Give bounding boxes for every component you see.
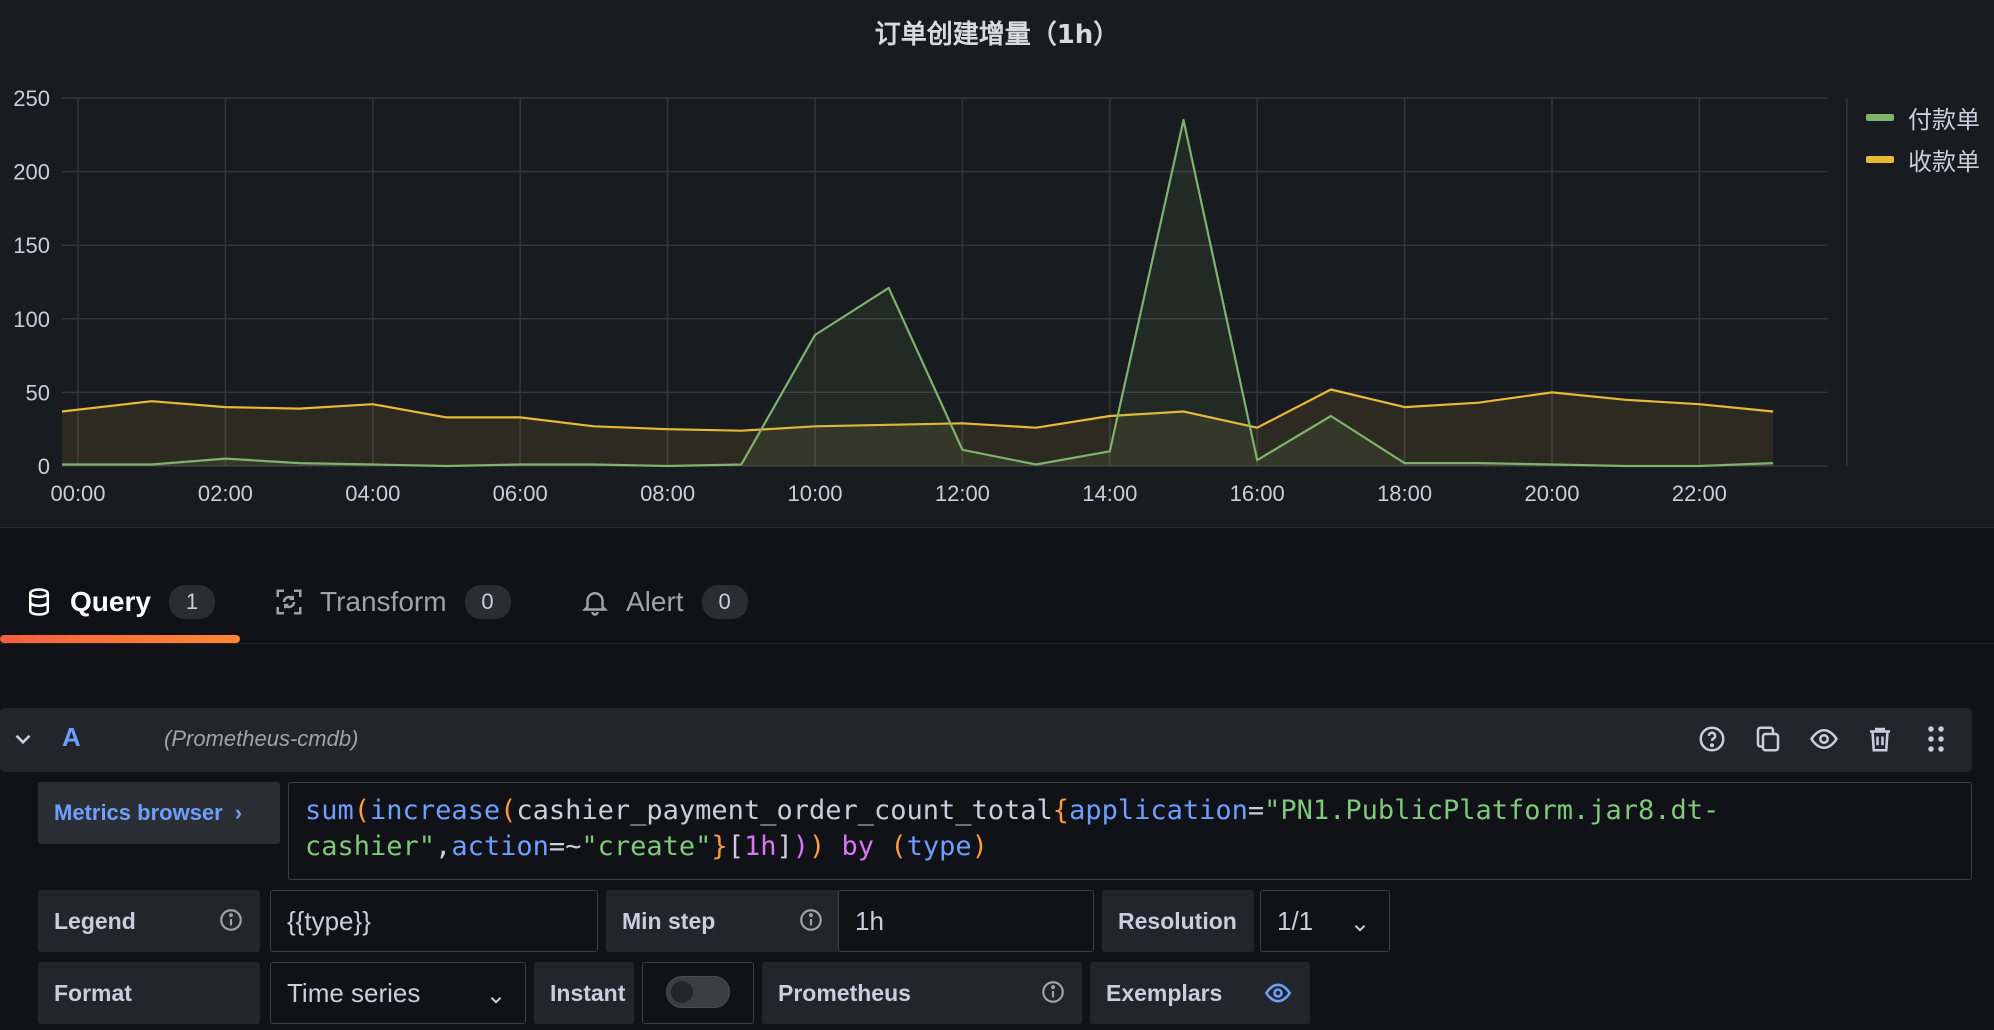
- x-tick-label: 10:00: [787, 481, 842, 506]
- expr-label-application: application: [1069, 795, 1248, 826]
- metrics-browser-button[interactable]: Metrics browser ›: [38, 782, 280, 844]
- x-tick-label: 02:00: [198, 481, 253, 506]
- minstep-option-label: Min step: [622, 907, 716, 934]
- help-icon[interactable]: [1696, 722, 1728, 756]
- y-tick-label: 50: [26, 380, 50, 405]
- x-tick-label: 08:00: [640, 481, 695, 506]
- legend-option-label: Legend: [54, 907, 136, 934]
- expr-label-action: action: [451, 831, 549, 862]
- info-icon[interactable]: [798, 907, 824, 933]
- panel-title: 订单创建增量（1h）: [874, 20, 1120, 50]
- expr-by: by: [841, 831, 875, 862]
- y-tick-label: 150: [13, 233, 50, 258]
- x-tick-label: 00:00: [50, 481, 105, 506]
- instant-toggle[interactable]: [666, 976, 730, 1008]
- time-series-chart: 0 50 100 150 200 250 00:00 02:00 04:00 06:00 08:00…: [13, 86, 1848, 506]
- metrics-browser-label: Metrics browser: [54, 800, 223, 825]
- instant-option-label: Instant: [550, 979, 626, 1006]
- eye-icon[interactable]: [1808, 722, 1840, 756]
- format-option-label: Format: [54, 979, 132, 1006]
- prometheus-label-box: Prometheus: [762, 962, 1082, 1024]
- collapse-chevron-icon[interactable]: [10, 726, 36, 752]
- legend-label-box: Legend: [38, 890, 260, 952]
- x-tick-label: 20:00: [1524, 481, 1579, 506]
- legend-item-receipt[interactable]: 收款单: [1866, 138, 1980, 180]
- expr-metric: cashier_payment_order_count_total: [516, 795, 1053, 826]
- format-select-value: Time series: [287, 977, 421, 1008]
- info-icon[interactable]: [1040, 979, 1066, 1005]
- y-tick-label: 100: [13, 307, 50, 332]
- editor-tabs: Query 1 Transform 0 Alert 0: [0, 560, 1994, 644]
- query-actions: [1696, 722, 1952, 756]
- expr-increase: increase: [370, 795, 501, 826]
- chart-panel: 0 50 100 150 200 250 00:00 02:00 04:00 06:00 08:00…: [0, 0, 1994, 528]
- transform-icon: [274, 587, 304, 617]
- x-tick-label: 16:00: [1230, 481, 1285, 506]
- minstep-label-box: Min step: [606, 890, 840, 952]
- x-tick-label: 04:00: [345, 481, 400, 506]
- expr-value-action: "create": [581, 831, 712, 862]
- expr-value-application: "PN1.PublicPlatform.jar8.dt-: [1264, 795, 1720, 826]
- legend-label-payment: 付款单: [1908, 105, 1980, 134]
- bell-icon: [580, 587, 610, 617]
- legend-input-value: {{type}}: [287, 905, 371, 936]
- minstep-input-value: 1h: [855, 905, 884, 936]
- y-tick-label: 200: [13, 160, 50, 185]
- query-datasource: (Prometheus-cmdb): [164, 726, 359, 751]
- query-ref-id[interactable]: A: [62, 722, 81, 753]
- instant-label-box: Instant: [534, 962, 634, 1024]
- active-tab-indicator: [0, 635, 240, 643]
- expr-group: type: [906, 831, 972, 862]
- tab-alert[interactable]: Alert 0: [580, 560, 748, 644]
- x-tick-label: 22:00: [1672, 481, 1727, 506]
- format-select[interactable]: Time series: [270, 962, 526, 1024]
- y-tick-label: 0: [38, 454, 50, 479]
- tab-query[interactable]: Query 1: [24, 560, 215, 644]
- resolution-label-box: Resolution: [1102, 890, 1254, 952]
- expr-value-application-cont: cashier": [305, 831, 436, 862]
- y-tick-label: 250: [13, 86, 50, 111]
- x-tick-label: 12:00: [935, 481, 990, 506]
- x-tick-label: 14:00: [1082, 481, 1137, 506]
- tab-query-label: Query: [70, 586, 151, 617]
- tab-alert-count: 0: [701, 585, 748, 619]
- chevron-down-icon: [1351, 913, 1369, 932]
- legend-swatch-payment: [1866, 113, 1894, 121]
- duplicate-icon[interactable]: [1752, 722, 1784, 756]
- format-label-box: Format: [38, 962, 260, 1024]
- minstep-input[interactable]: 1h: [838, 890, 1094, 952]
- chevron-right-icon: ›: [234, 800, 243, 825]
- tab-transform-label: Transform: [320, 586, 447, 617]
- legend-item-payment[interactable]: 付款单: [1866, 96, 1980, 138]
- prometheus-option-label: Prometheus: [778, 979, 911, 1006]
- expr-op-action: =~: [548, 831, 582, 862]
- tab-transform[interactable]: Transform 0: [274, 560, 511, 644]
- legend-input[interactable]: {{type}}: [270, 890, 598, 952]
- drag-handle-icon[interactable]: [1920, 722, 1952, 756]
- chart-legend: 付款单 收款单: [1866, 96, 1980, 180]
- legend-label-receipt: 收款单: [1908, 147, 1980, 176]
- chevron-down-icon: [487, 985, 505, 1004]
- x-tick-label: 06:00: [493, 481, 548, 506]
- trash-icon[interactable]: [1864, 722, 1896, 756]
- expr-sum: sum: [305, 795, 354, 826]
- resolution-select-value: 1/1: [1277, 905, 1314, 936]
- exemplars-label-box[interactable]: Exemplars: [1090, 962, 1310, 1024]
- tab-alert-label: Alert: [626, 586, 684, 617]
- exemplars-option-label: Exemplars: [1106, 979, 1223, 1006]
- promql-query-input[interactable]: sum(increase(cashier_payment_order_count…: [288, 782, 1972, 880]
- query-row-header: A (Prometheus-cmdb): [0, 708, 1972, 772]
- expr-range: 1h: [743, 831, 777, 862]
- resolution-option-label: Resolution: [1118, 907, 1237, 934]
- tab-query-count: 1: [168, 585, 215, 619]
- instant-toggle-knob: [671, 981, 693, 1003]
- eye-icon[interactable]: [1264, 979, 1292, 1005]
- tab-transform-count: 0: [464, 585, 511, 619]
- legend-swatch-receipt: [1866, 155, 1894, 163]
- database-icon: [24, 587, 54, 617]
- x-tick-label: 18:00: [1377, 481, 1432, 506]
- resolution-select[interactable]: 1/1: [1260, 890, 1390, 952]
- info-icon[interactable]: [218, 907, 244, 933]
